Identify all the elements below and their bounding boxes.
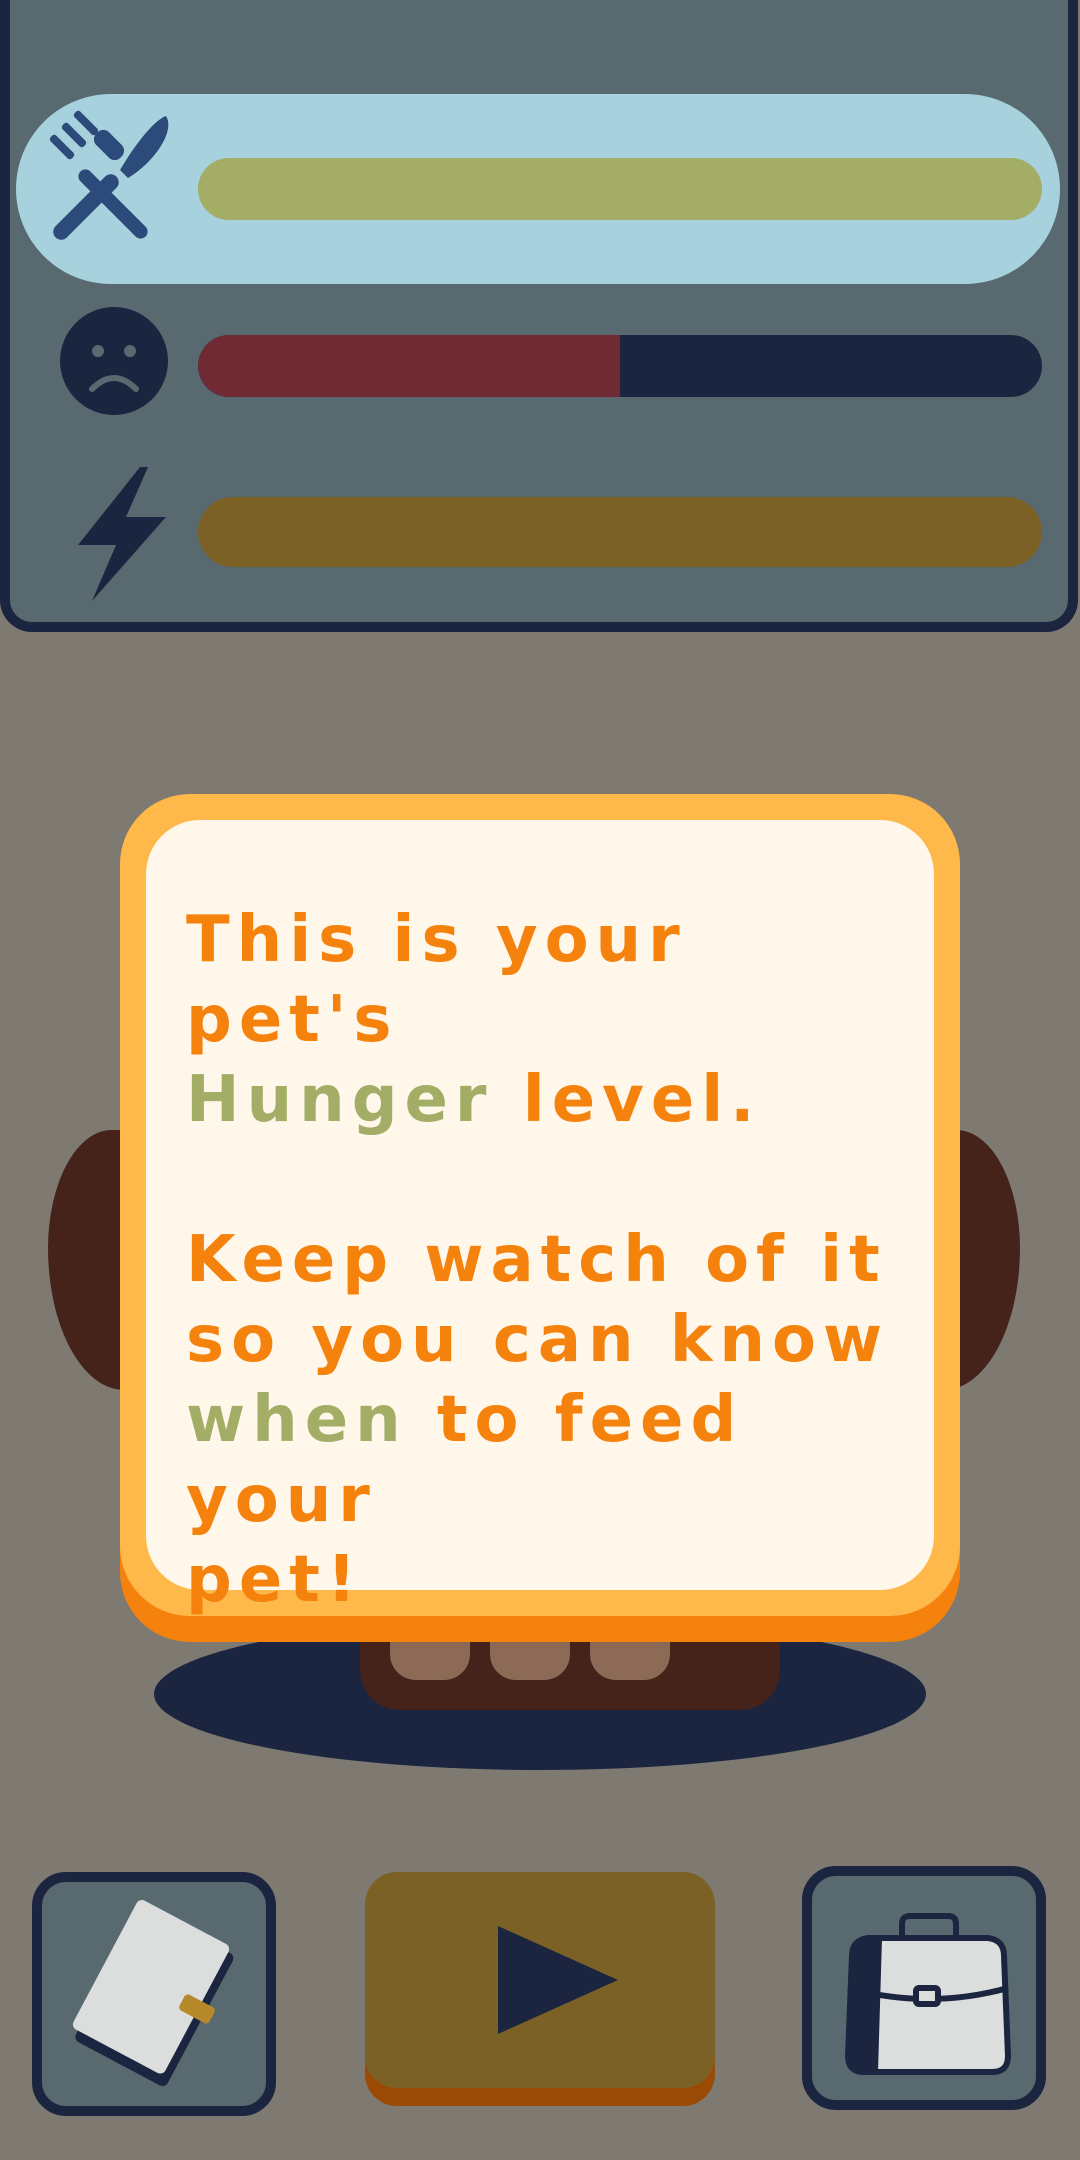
lightning-icon xyxy=(62,467,172,601)
energy-bar-fill xyxy=(198,497,1042,567)
bag-icon xyxy=(845,1913,1011,2075)
bag-button[interactable] xyxy=(802,1866,1046,2110)
fork-knife-icon xyxy=(48,108,182,242)
hunger-bar xyxy=(198,158,1042,220)
dialog-line-3: Keep watch of it xyxy=(186,1223,887,1297)
play-icon xyxy=(498,1926,618,2034)
dialog-line-2-rest: level. xyxy=(493,1063,762,1137)
play-button[interactable] xyxy=(365,1872,715,2088)
hunger-stat[interactable] xyxy=(0,110,1080,264)
hunger-bar-fill xyxy=(198,158,1042,220)
dialog-line-4: so you can know xyxy=(186,1303,890,1377)
dialog-paragraph-2: Keep watch of it so you can know when to… xyxy=(186,1220,894,1620)
hunger-keyword: Hunger xyxy=(186,1063,494,1137)
mood-bar-fill xyxy=(198,335,620,397)
dialog-paragraph-1: This is your pet's Hunger level. xyxy=(186,900,894,1140)
dialog-body: This is your pet's Hunger level. Keep wa… xyxy=(146,820,934,1617)
journal-button[interactable] xyxy=(32,1872,276,2116)
when-keyword: when xyxy=(186,1383,408,1457)
tutorial-dialog[interactable]: This is your pet's Hunger level. Keep wa… xyxy=(120,794,960,1617)
dialog-line-1: This is your pet's xyxy=(186,903,687,1057)
mood-bar xyxy=(198,335,1042,397)
dialog-line-6: pet! xyxy=(186,1543,363,1617)
notebook-icon xyxy=(72,1900,234,2087)
sad-face-icon xyxy=(58,305,170,417)
energy-bar xyxy=(198,497,1042,567)
game-screen: This is your pet's Hunger level. Keep wa… xyxy=(0,0,1080,2160)
mood-stat[interactable] xyxy=(0,291,1080,441)
energy-stat[interactable] xyxy=(0,457,1080,607)
